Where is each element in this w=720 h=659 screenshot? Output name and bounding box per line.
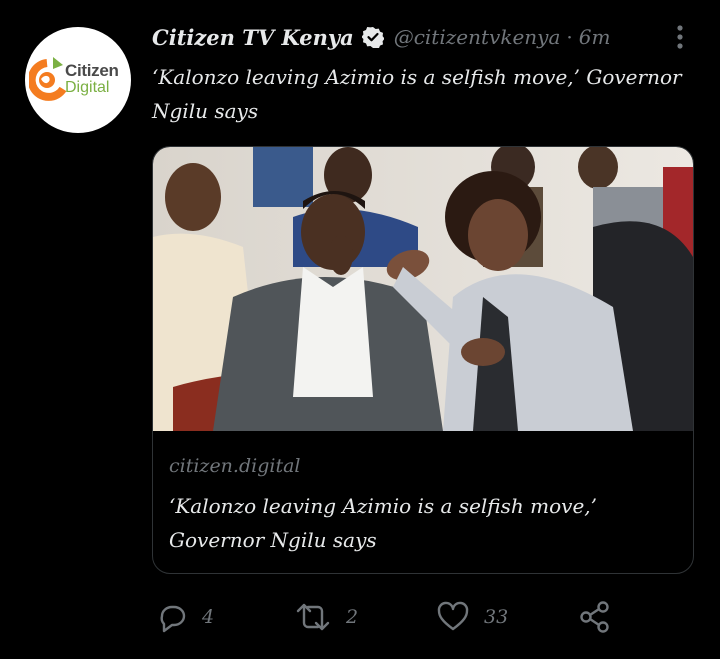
display-name[interactable]: Citizen TV Kenya [152, 25, 354, 50]
timestamp[interactable]: 6m [579, 25, 611, 49]
retweet-button[interactable]: 2 [294, 598, 358, 636]
tweet-text: ‘Kalonzo leaving Azimio is a selfish mov… [152, 65, 682, 123]
separator-dot: · [566, 25, 573, 49]
citizen-digital-logo-icon [29, 57, 67, 101]
retweet-count: 2 [346, 606, 359, 628]
link-card[interactable]: citizen.digital ‘Kalonzo leaving Azimio … [152, 146, 694, 574]
logo-text-digital: Digital [65, 79, 110, 96]
handle[interactable]: @citizentvkenya [394, 25, 561, 49]
reply-icon [160, 605, 186, 633]
card-title[interactable]: ‘Kalonzo leaving Azimio is a selfish mov… [169, 489, 679, 557]
avatar[interactable]: Citizen Digital [25, 27, 131, 133]
share-icon [580, 601, 609, 633]
verified-badge-icon [361, 26, 384, 48]
tweet-actions: 4 2 33 [152, 598, 632, 636]
retweet-icon [296, 603, 330, 631]
more-options-icon[interactable] [670, 22, 690, 52]
like-icon [437, 601, 469, 631]
like-button[interactable]: 33 [436, 598, 508, 636]
article-photo[interactable] [153, 147, 694, 431]
share-button[interactable] [578, 598, 612, 636]
reply-count: 4 [202, 606, 215, 628]
tweet[interactable]: Citizen Digital Citizen TV Kenya @citize… [0, 0, 720, 659]
tweet-header: Citizen TV Kenya @citizentvkenya · 6m [152, 20, 610, 54]
like-count: 33 [484, 606, 509, 628]
card-domain[interactable]: citizen.digital [169, 455, 300, 477]
reply-button[interactable]: 4 [156, 598, 214, 636]
logo-text-citizen: Citizen [65, 61, 119, 80]
